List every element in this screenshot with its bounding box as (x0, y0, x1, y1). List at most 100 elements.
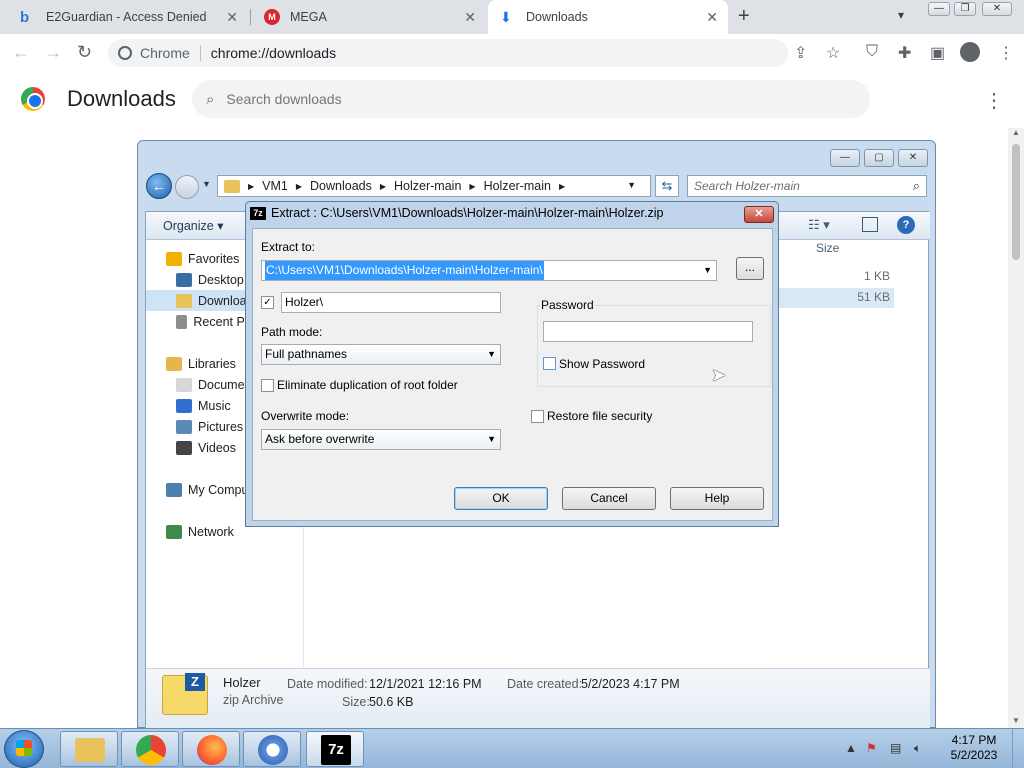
bookmark-star-icon[interactable]: ☆ (826, 43, 840, 63)
taskbar-chrome[interactable] (121, 731, 179, 767)
extensions-puzzle-icon[interactable]: ✚ (898, 43, 911, 63)
library-icon (166, 356, 182, 371)
profile-avatar-icon[interactable] (960, 42, 980, 62)
explorer-maximize-button[interactable]: ▢ (864, 149, 894, 167)
nav-item-label: Pictures (198, 419, 244, 434)
omnibox-chip: Chrome (140, 45, 190, 61)
tab-divider (250, 9, 251, 25)
restore-security-label[interactable]: Restore file security (547, 409, 652, 423)
restore-security-checkbox[interactable] (531, 410, 544, 423)
eliminate-duplication-label[interactable]: Eliminate duplication of root folder (277, 378, 458, 392)
explorer-search-box[interactable]: Search Holzer-main ⌕ (687, 175, 927, 197)
downloads-more-icon[interactable]: ⋮ (984, 88, 1004, 113)
show-password-checkbox[interactable] (543, 357, 556, 370)
taskbar-explorer[interactable] (60, 731, 118, 767)
subfolder-checkbox[interactable]: ✓ (261, 296, 274, 309)
tab-downloads[interactable]: ⬇ Downloads ✕ (488, 0, 728, 34)
start-button[interactable] (4, 730, 44, 768)
explorer-back-icon[interactable]: ← (146, 173, 172, 199)
chrome-menu-icon[interactable]: ⋮ (998, 43, 1014, 63)
system-clock[interactable]: 4:17 PM 5/2/2023 (938, 733, 1010, 763)
browse-button[interactable]: ... (736, 257, 764, 280)
search-downloads-input[interactable] (226, 91, 827, 107)
help-icon[interactable]: ? (897, 216, 915, 234)
close-tab-icon[interactable]: ✕ (464, 9, 476, 26)
nav-item-label: Network (188, 524, 234, 539)
address-dropdown-icon[interactable]: ▼ (627, 180, 636, 190)
extract-to-value: C:\Users\VM1\Downloads\Holzer-main\Holze… (265, 261, 544, 280)
organize-button[interactable]: Organize ▾ (163, 218, 223, 233)
path-mode-select[interactable]: Full pathnames ▼ (261, 344, 501, 365)
history-dropdown-icon[interactable]: ▼ (202, 179, 211, 189)
reload-icon[interactable]: ↻ (77, 42, 92, 63)
refresh-icon[interactable]: ⇆ (655, 175, 679, 197)
music-icon (176, 398, 192, 413)
page-scrollbar[interactable]: ▲ ▼ (1008, 128, 1024, 728)
close-window-button[interactable]: ✕ (982, 2, 1012, 16)
new-tab-button[interactable]: + (738, 5, 750, 28)
taskbar-7zip[interactable]: 7z (306, 731, 364, 767)
tab-search-icon[interactable]: ▾ (898, 8, 904, 22)
preview-pane-icon[interactable] (862, 217, 878, 232)
close-tab-icon[interactable]: ✕ (226, 9, 238, 26)
share-icon[interactable]: ⇪ (794, 43, 807, 63)
chevron-down-icon[interactable]: ▼ (703, 265, 712, 275)
view-options-icon[interactable]: ☷ ▾ (808, 217, 830, 233)
network-icon (166, 524, 182, 539)
tab-e2guardian[interactable]: b E2Guardian - Access Denied ✕ (8, 0, 248, 34)
cancel-button[interactable]: Cancel (562, 487, 656, 510)
scroll-down-icon[interactable]: ▼ (1012, 716, 1020, 725)
explorer-close-button[interactable]: ✕ (898, 149, 928, 167)
tab-mega[interactable]: M MEGA ✕ (252, 0, 486, 34)
omnibox-url[interactable]: chrome://downloads (211, 45, 336, 61)
clock-time: 4:17 PM (951, 733, 997, 747)
organize-label: Organize (163, 219, 214, 233)
omnibox[interactable]: Chrome chrome://downloads (108, 39, 788, 67)
taskbar-chromium[interactable] (243, 731, 301, 767)
search-downloads-box[interactable]: ⌕ (192, 80, 870, 118)
help-button[interactable]: Help (670, 487, 764, 510)
back-icon[interactable]: ← (12, 42, 30, 63)
omnibox-separator (199, 45, 201, 61)
breadcrumb-holzer-main-2[interactable]: Holzer-main (484, 179, 551, 193)
downloads-folder-icon (176, 293, 192, 308)
explorer-minimize-button[interactable]: — (830, 149, 860, 167)
close-tab-icon[interactable]: ✕ (706, 9, 718, 26)
folder-icon (224, 179, 240, 193)
explorer-forward-icon[interactable] (175, 175, 199, 199)
show-desktop-button[interactable] (1012, 729, 1024, 768)
breadcrumb-sep-icon: ▶ (248, 181, 255, 191)
password-input[interactable] (543, 321, 753, 342)
action-center-icon[interactable]: ⚑ (866, 741, 877, 755)
search-icon: ⌕ (912, 178, 920, 193)
eliminate-duplication-checkbox[interactable] (261, 379, 274, 392)
size-column-header[interactable]: Size (816, 241, 839, 255)
star-icon (166, 251, 182, 266)
show-password-label[interactable]: Show Password (559, 357, 645, 371)
tray-expand-icon[interactable]: ▲ (845, 741, 857, 755)
explorer-address-bar[interactable]: ▶ VM1 ▶ Downloads ▶ Holzer-main ▶ Holzer… (217, 175, 651, 197)
computer-icon (166, 482, 182, 497)
subfolder-name-field[interactable]: Holzer\ (281, 292, 501, 313)
shield-extension-icon[interactable]: ⛉ (866, 43, 878, 61)
overwrite-mode-select[interactable]: Ask before overwrite ▼ (261, 429, 501, 450)
breadcrumb-downloads[interactable]: Downloads (310, 179, 372, 193)
clock-date: 5/2/2023 (950, 748, 998, 762)
network-tray-icon[interactable]: ▤ (890, 741, 901, 755)
minimize-window-button[interactable]: — (928, 2, 950, 16)
taskbar-firefox[interactable] (182, 731, 240, 767)
dialog-close-button[interactable]: ✕ (744, 206, 774, 223)
scroll-up-icon[interactable]: ▲ (1012, 128, 1020, 137)
breadcrumb-sep-icon: ▶ (469, 181, 476, 191)
extract-to-combo[interactable]: C:\Users\VM1\Downloads\Holzer-main\Holze… (261, 260, 717, 281)
mouse-cursor-icon: ➤ (711, 365, 727, 385)
scrollbar-thumb[interactable] (1012, 144, 1020, 260)
volume-icon[interactable]: 🔈︎ (914, 741, 921, 756)
restore-window-button[interactable]: ❐ (954, 2, 976, 16)
chrome-icon (136, 735, 166, 765)
ok-button[interactable]: OK (454, 487, 548, 510)
forward-icon[interactable]: → (44, 42, 62, 63)
breadcrumb-holzer-main[interactable]: Holzer-main (394, 179, 461, 193)
breadcrumb-vm1[interactable]: VM1 (262, 179, 288, 193)
side-panel-icon[interactable]: ▣ (930, 43, 945, 63)
